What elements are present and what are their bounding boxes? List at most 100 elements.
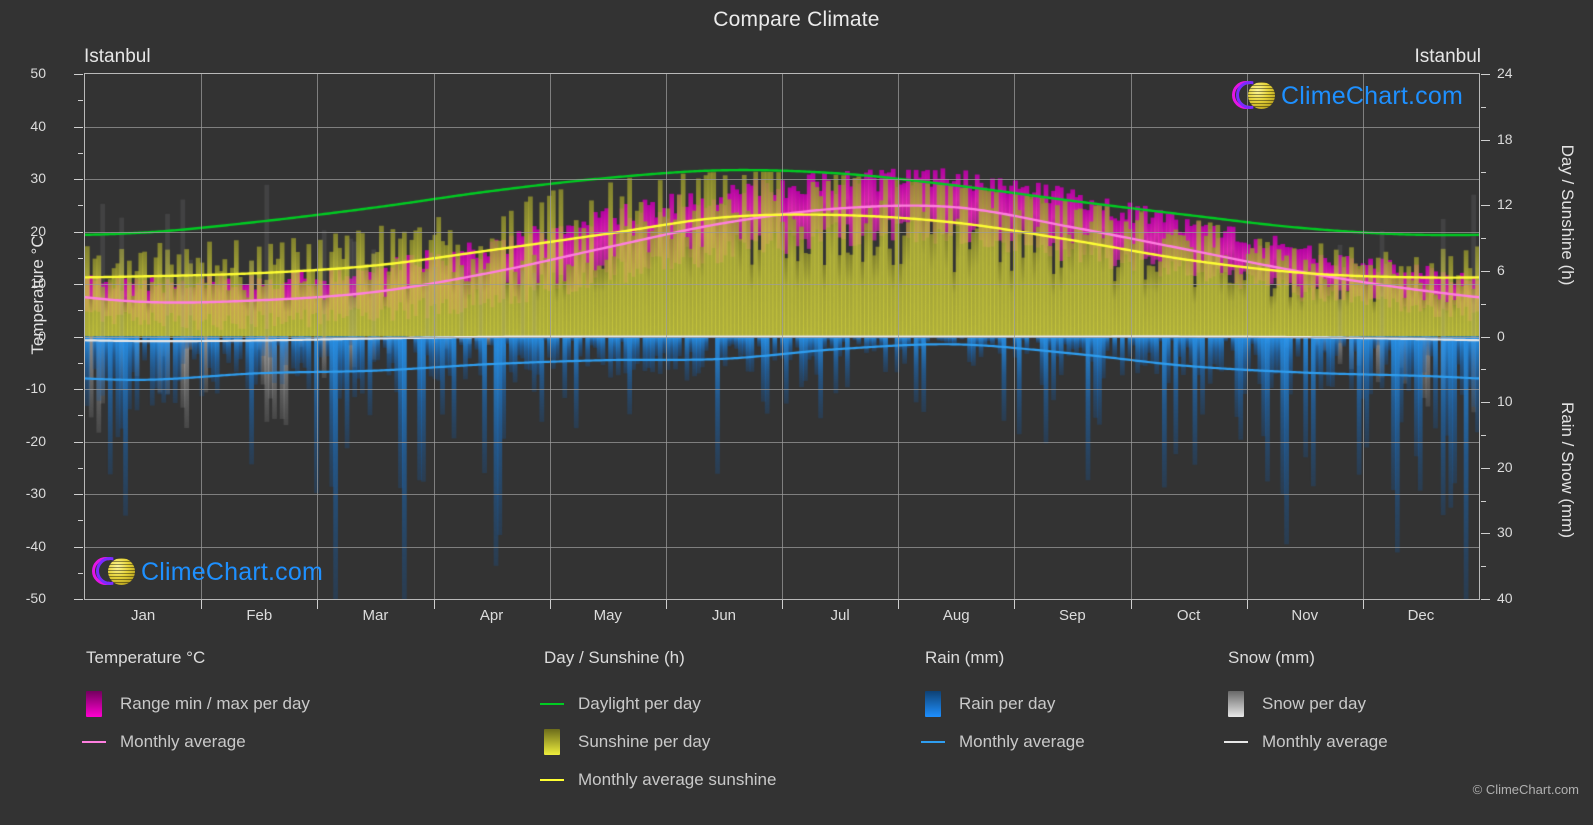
gridline-vertical bbox=[201, 74, 203, 599]
y-axis-right-bottom-tick bbox=[1481, 402, 1490, 404]
y-axis-left-minor-tick bbox=[78, 467, 83, 469]
x-axis-month-label: Aug bbox=[942, 607, 970, 624]
legend-label: Monthly average bbox=[120, 732, 246, 751]
legend-label: Daylight per day bbox=[578, 694, 701, 713]
y-axis-right-top-tick bbox=[1481, 270, 1490, 272]
climate-chart-page: Compare Climate Istanbul Istanbul 50 40 30… bbox=[0, 0, 1593, 825]
x-axis-tick bbox=[317, 600, 319, 609]
x-axis-tick bbox=[898, 600, 900, 609]
x-axis-month-label: Jul bbox=[830, 607, 850, 624]
y-axis-left-tick bbox=[74, 336, 83, 338]
legend-heading: Rain (mm) bbox=[925, 648, 1005, 667]
y-axis-right-top-tick-label: 18 bbox=[1497, 130, 1513, 147]
y-axis-right-bottom-minor-tick bbox=[1481, 369, 1486, 371]
y-axis-right-top-tick-label: 0 bbox=[1497, 327, 1505, 344]
x-axis-tick bbox=[1014, 600, 1016, 609]
gridline-vertical bbox=[1014, 74, 1016, 599]
legend-item[interactable]: Daylight per day bbox=[540, 685, 776, 723]
gridline-vertical bbox=[549, 74, 551, 599]
legend-swatch bbox=[544, 729, 560, 755]
y-axis-right-bottom-minor-tick bbox=[1481, 434, 1486, 436]
y-axis-right-top-tick-label: 6 bbox=[1497, 261, 1505, 278]
y-axis-left-minor-tick bbox=[78, 152, 83, 154]
plot-area bbox=[84, 73, 1480, 600]
gridline-vertical bbox=[782, 74, 783, 599]
legend-item[interactable]: Sunshine per day bbox=[544, 723, 776, 761]
x-axis-tick bbox=[665, 600, 667, 609]
legend-label: Range min / max per day bbox=[120, 694, 310, 713]
y-axis-right-top-tick bbox=[1481, 74, 1490, 75]
legend-swatch bbox=[1228, 691, 1244, 717]
gridline-vertical bbox=[1362, 74, 1364, 599]
legend-line-marker bbox=[82, 741, 106, 743]
legend-heading: Snow (mm) bbox=[1228, 648, 1315, 667]
y-axis-right-bottom-minor-tick bbox=[1481, 566, 1486, 568]
gridline-vertical bbox=[898, 74, 900, 599]
y-axis-left-minor-tick bbox=[78, 205, 83, 207]
legend-item[interactable]: Monthly average bbox=[82, 723, 310, 761]
y-axis-left-minor-tick bbox=[78, 362, 83, 364]
x-axis-tick bbox=[1246, 600, 1248, 609]
city-label-right: Istanbul bbox=[1414, 46, 1481, 67]
legend-item[interactable]: Monthly average bbox=[921, 723, 1085, 761]
legend-item[interactable]: Range min / max per day bbox=[86, 685, 310, 723]
y-axis-right-top-minor-tick bbox=[1481, 172, 1486, 174]
y-axis-left-minor-tick bbox=[78, 257, 83, 259]
legend-line-marker bbox=[1224, 741, 1248, 743]
y-axis-left-minor-tick bbox=[78, 100, 83, 102]
city-label-left: Istanbul bbox=[84, 46, 151, 67]
legend-group-snow: Snow (mm) Snow per day Monthly average bbox=[1224, 648, 1388, 761]
x-axis-month-label: Nov bbox=[1291, 607, 1319, 624]
gridline-vertical bbox=[1246, 74, 1248, 599]
y-axis-left-tick bbox=[74, 179, 83, 180]
x-axis-month-label: Apr bbox=[479, 607, 504, 624]
axis-title-left: Temperature °C bbox=[28, 235, 47, 355]
y-axis-left-tick bbox=[74, 74, 83, 75]
legend-group-daylight: Day / Sunshine (h) Daylight per day Sunshi… bbox=[540, 648, 776, 799]
legend-label: Snow per day bbox=[1262, 694, 1366, 713]
y-axis-right-top-minor-tick bbox=[1481, 106, 1486, 108]
legend-swatch bbox=[86, 691, 102, 717]
y-axis-left-minor-tick bbox=[78, 572, 83, 574]
y-axis-left-tick-label: -40 bbox=[25, 537, 46, 554]
x-axis-tick bbox=[1362, 600, 1364, 609]
legend-group-rain: Rain (mm) Rain per day Monthly average bbox=[921, 648, 1085, 761]
y-axis-right-top-tick-label: 12 bbox=[1497, 196, 1513, 213]
legend-label: Monthly average bbox=[1262, 732, 1388, 751]
legend-heading: Day / Sunshine (h) bbox=[544, 648, 685, 667]
legend-item[interactable]: Rain per day bbox=[925, 685, 1085, 723]
y-axis-right-top-tick bbox=[1481, 336, 1490, 338]
y-axis-right-top-tick bbox=[1481, 205, 1490, 207]
gridline-vertical bbox=[1130, 74, 1132, 599]
x-axis-tick bbox=[1130, 600, 1132, 609]
y-axis-right-bottom-tick-label: 20 bbox=[1497, 458, 1513, 475]
y-axis-right-bottom-minor-tick bbox=[1481, 500, 1486, 502]
y-axis-left-tick-label: 30 bbox=[30, 170, 46, 186]
y-axis-right-top-minor-tick bbox=[1481, 238, 1486, 240]
y-axis-left-minor-tick bbox=[78, 520, 83, 522]
y-axis-left-tick-label: -30 bbox=[25, 485, 46, 501]
legend: Temperature °C Range min / max per day Mon… bbox=[0, 648, 1593, 818]
legend-item[interactable]: Snow per day bbox=[1228, 685, 1388, 723]
gridline-vertical bbox=[433, 74, 435, 599]
y-axis-left-tick-label: 50 bbox=[30, 65, 46, 81]
y-axis-right-bottom-tick bbox=[1481, 533, 1490, 535]
x-axis-tick bbox=[433, 600, 435, 609]
y-axis-left-tick bbox=[74, 231, 83, 233]
copyright-text: © ClimeChart.com bbox=[1472, 782, 1579, 797]
gridlines bbox=[85, 74, 1479, 599]
y-axis-right-bottom-tick-label: 40 bbox=[1497, 590, 1513, 606]
gridline-vertical bbox=[317, 74, 319, 599]
y-axis-left-tick bbox=[74, 494, 83, 495]
y-axis-right-bottom-tick bbox=[1481, 467, 1490, 469]
legend-item[interactable]: Monthly average bbox=[1224, 723, 1388, 761]
legend-item[interactable]: Monthly average sunshine bbox=[540, 761, 776, 799]
axis-title-right-top: Day / Sunshine (h) bbox=[1558, 144, 1577, 286]
y-axis-right-bottom-tick-label: 10 bbox=[1497, 393, 1513, 410]
x-axis-month-label: Feb bbox=[246, 607, 273, 624]
x-axis-month-label: Mar bbox=[362, 607, 389, 624]
y-axis-right-bottom-tick bbox=[1481, 599, 1490, 600]
y-axis-right-top-minor-tick bbox=[1481, 303, 1486, 305]
legend-heading: Temperature °C bbox=[86, 648, 206, 667]
y-axis-right-top-tick-label: 24 bbox=[1497, 65, 1513, 81]
